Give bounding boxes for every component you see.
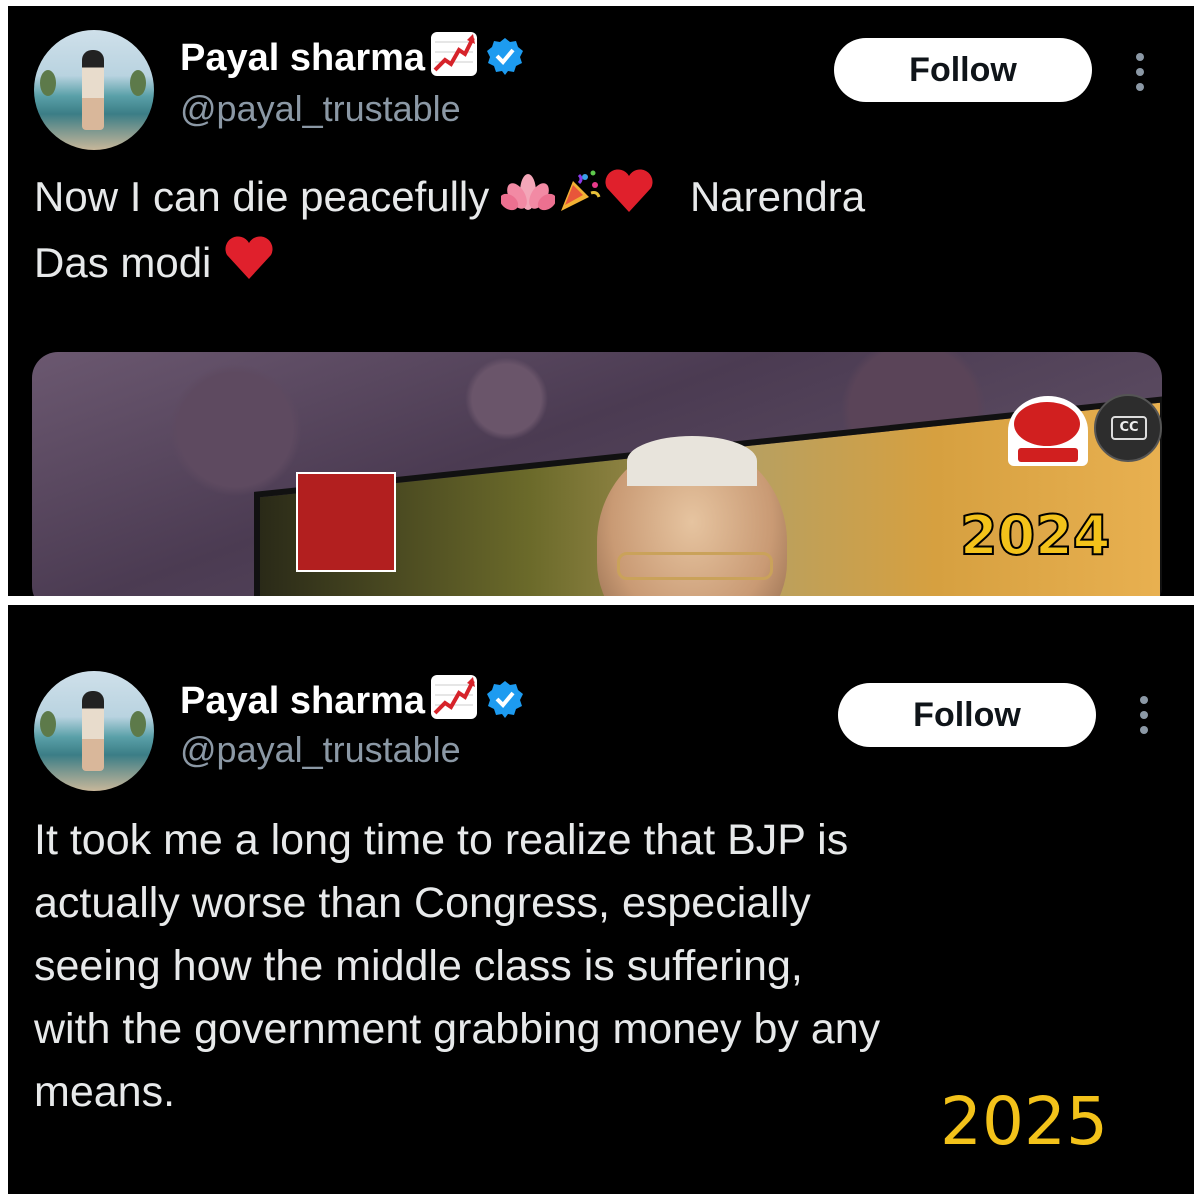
follow-button[interactable]: Follow (838, 683, 1096, 747)
follow-button[interactable]: Follow (834, 38, 1092, 102)
tweet-text: Now I can die peacefully Narendra Das mo… (34, 166, 1134, 298)
channel-promo-badge (296, 472, 396, 572)
closed-captions-button[interactable]: CC (1094, 394, 1162, 462)
verified-badge-icon (485, 36, 525, 76)
avatar[interactable] (34, 30, 154, 150)
lotus-emoji-icon (499, 169, 557, 231)
author-name[interactable]: Payal sharma (180, 675, 525, 723)
aaj-tak-live-logo-icon (1008, 396, 1088, 466)
tweet-2024: Payal sharma @payal_trustable Follow Now… (8, 6, 1194, 596)
year-label: 2024 (959, 503, 1111, 568)
more-options-icon[interactable] (1132, 689, 1156, 749)
red-heart-emoji-icon (603, 168, 655, 231)
tweet-video[interactable]: CC 2024 (32, 352, 1162, 596)
chart-increasing-emoji-icon (431, 32, 478, 76)
avatar[interactable] (34, 671, 154, 791)
author-handle[interactable]: @payal_trustable (180, 729, 461, 771)
more-options-icon[interactable] (1128, 46, 1152, 106)
party-popper-emoji-icon (555, 167, 603, 232)
red-heart-emoji-icon (223, 235, 275, 298)
verified-badge-icon (485, 679, 525, 719)
author-name[interactable]: Payal sharma (180, 32, 525, 80)
chart-increasing-emoji-icon (431, 675, 478, 719)
year-label: 2025 (940, 1083, 1108, 1160)
tweet-2025: Payal sharma @payal_trustable Follow It … (8, 605, 1194, 1194)
tweet-text: It took me a long time to realize that B… (34, 816, 881, 1116)
author-handle[interactable]: @payal_trustable (180, 88, 461, 130)
